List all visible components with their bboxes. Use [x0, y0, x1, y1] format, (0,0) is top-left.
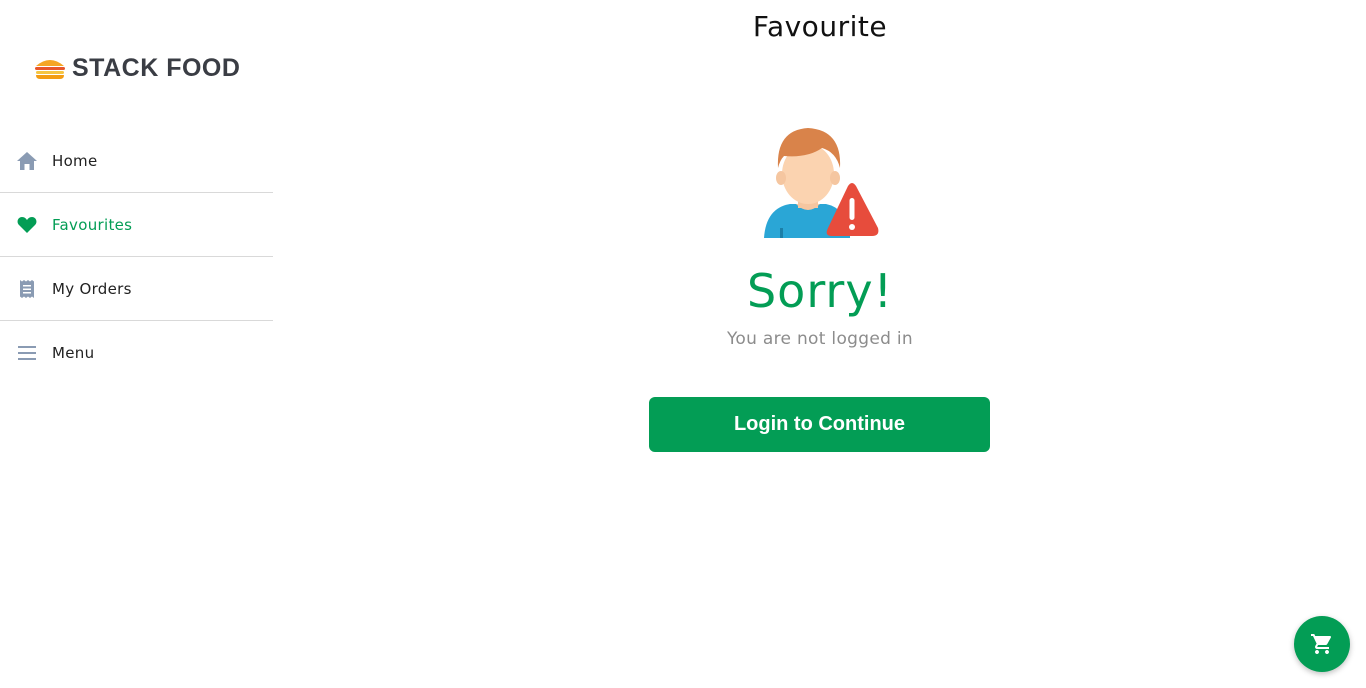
sidebar-item-label: My Orders: [52, 279, 132, 298]
logo-text: STACK FOOD: [72, 53, 241, 82]
sorry-heading: Sorry!: [746, 264, 894, 318]
sidebar-item-label: Home: [52, 151, 98, 170]
sidebar-item-menu[interactable]: Menu: [0, 321, 273, 384]
cart-button[interactable]: [1294, 616, 1350, 672]
sidebar-item-my-orders[interactable]: My Orders: [0, 257, 273, 321]
sidebar-nav: Home Favourites My Orders Menu: [0, 129, 273, 384]
sidebar-item-favourites[interactable]: Favourites: [0, 193, 273, 257]
heart-icon: [15, 213, 39, 237]
logo[interactable]: STACK FOOD: [34, 52, 244, 84]
burger-logo-icon: [35, 60, 65, 79]
receipt-icon: [15, 277, 39, 301]
app-root: STACK FOOD Home Favourites My Orders Men…: [0, 0, 1366, 688]
cart-icon: [1311, 634, 1332, 654]
user-warning-icon: [764, 128, 879, 238]
login-to-continue-button[interactable]: Login to Continue: [649, 397, 990, 452]
sidebar-item-label: Menu: [52, 343, 95, 362]
not-logged-in-message: You are not logged in: [726, 329, 913, 349]
sidebar-item-home[interactable]: Home: [0, 129, 273, 193]
sidebar: STACK FOOD Home Favourites My Orders Men…: [0, 0, 273, 688]
menu-icon: [15, 341, 39, 365]
home-icon: [15, 149, 39, 173]
sidebar-item-label: Favourites: [52, 215, 133, 234]
page-title: Favourite: [752, 10, 888, 43]
